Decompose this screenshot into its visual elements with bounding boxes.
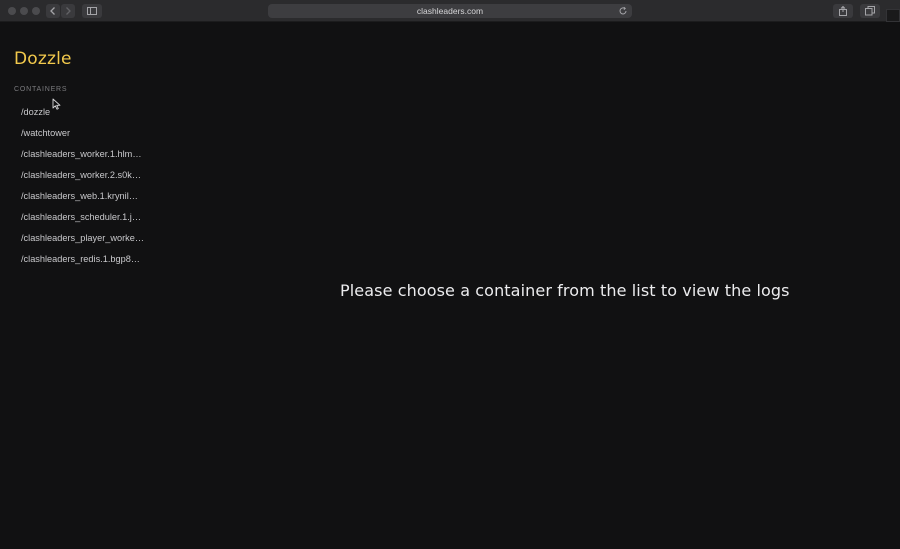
app-brand-logo[interactable]: Dozzle (14, 49, 72, 69)
address-url: clashleaders.com (416, 6, 484, 16)
container-item-worker-2[interactable]: /clashleaders_worker.2.s0k… (21, 165, 151, 186)
container-item-web-1[interactable]: /clashleaders_web.1.krynil… (21, 186, 151, 207)
container-item-redis-1[interactable]: /clashleaders_redis.1.bgp8… (21, 249, 151, 270)
window-minimize-button[interactable] (20, 7, 28, 15)
share-button[interactable] (833, 4, 853, 18)
container-item-watchtower[interactable]: /watchtower (21, 123, 151, 144)
reload-icon[interactable] (618, 6, 628, 16)
forward-button[interactable] (61, 4, 75, 18)
back-button[interactable] (46, 4, 60, 18)
window-maximize-button[interactable] (32, 7, 40, 15)
container-item-player-worker[interactable]: /clashleaders_player_worke… (21, 228, 151, 249)
window-close-button[interactable] (8, 7, 16, 15)
share-icon (839, 6, 847, 16)
sidebar-icon (87, 7, 97, 15)
sidebar-toggle-button[interactable] (82, 4, 102, 18)
container-item-dozzle[interactable]: /dozzle (21, 102, 151, 123)
chevron-right-icon (66, 7, 71, 15)
container-item-scheduler-1[interactable]: /clashleaders_scheduler.1.j… (21, 207, 151, 228)
browser-window: clashleaders.com Dozzle CONTAINERS /dozz… (0, 0, 900, 549)
browser-toolbar: clashleaders.com (0, 0, 900, 22)
window-corner-widget (886, 9, 900, 22)
container-item-worker-1[interactable]: /clashleaders_worker.1.hlm… (21, 144, 151, 165)
empty-state-message: Please choose a container from the list … (340, 281, 790, 300)
page-content: Dozzle CONTAINERS /dozzle /watchtower /c… (0, 22, 900, 549)
tabs-icon (865, 6, 875, 16)
containers-section-label: CONTAINERS (14, 86, 68, 93)
tabs-overview-button[interactable] (860, 4, 880, 18)
mouse-pointer-icon (52, 98, 61, 110)
address-bar[interactable]: clashleaders.com (268, 4, 632, 18)
chevron-left-icon (50, 7, 55, 15)
container-list: /dozzle /watchtower /clashleaders_worker… (21, 102, 151, 270)
